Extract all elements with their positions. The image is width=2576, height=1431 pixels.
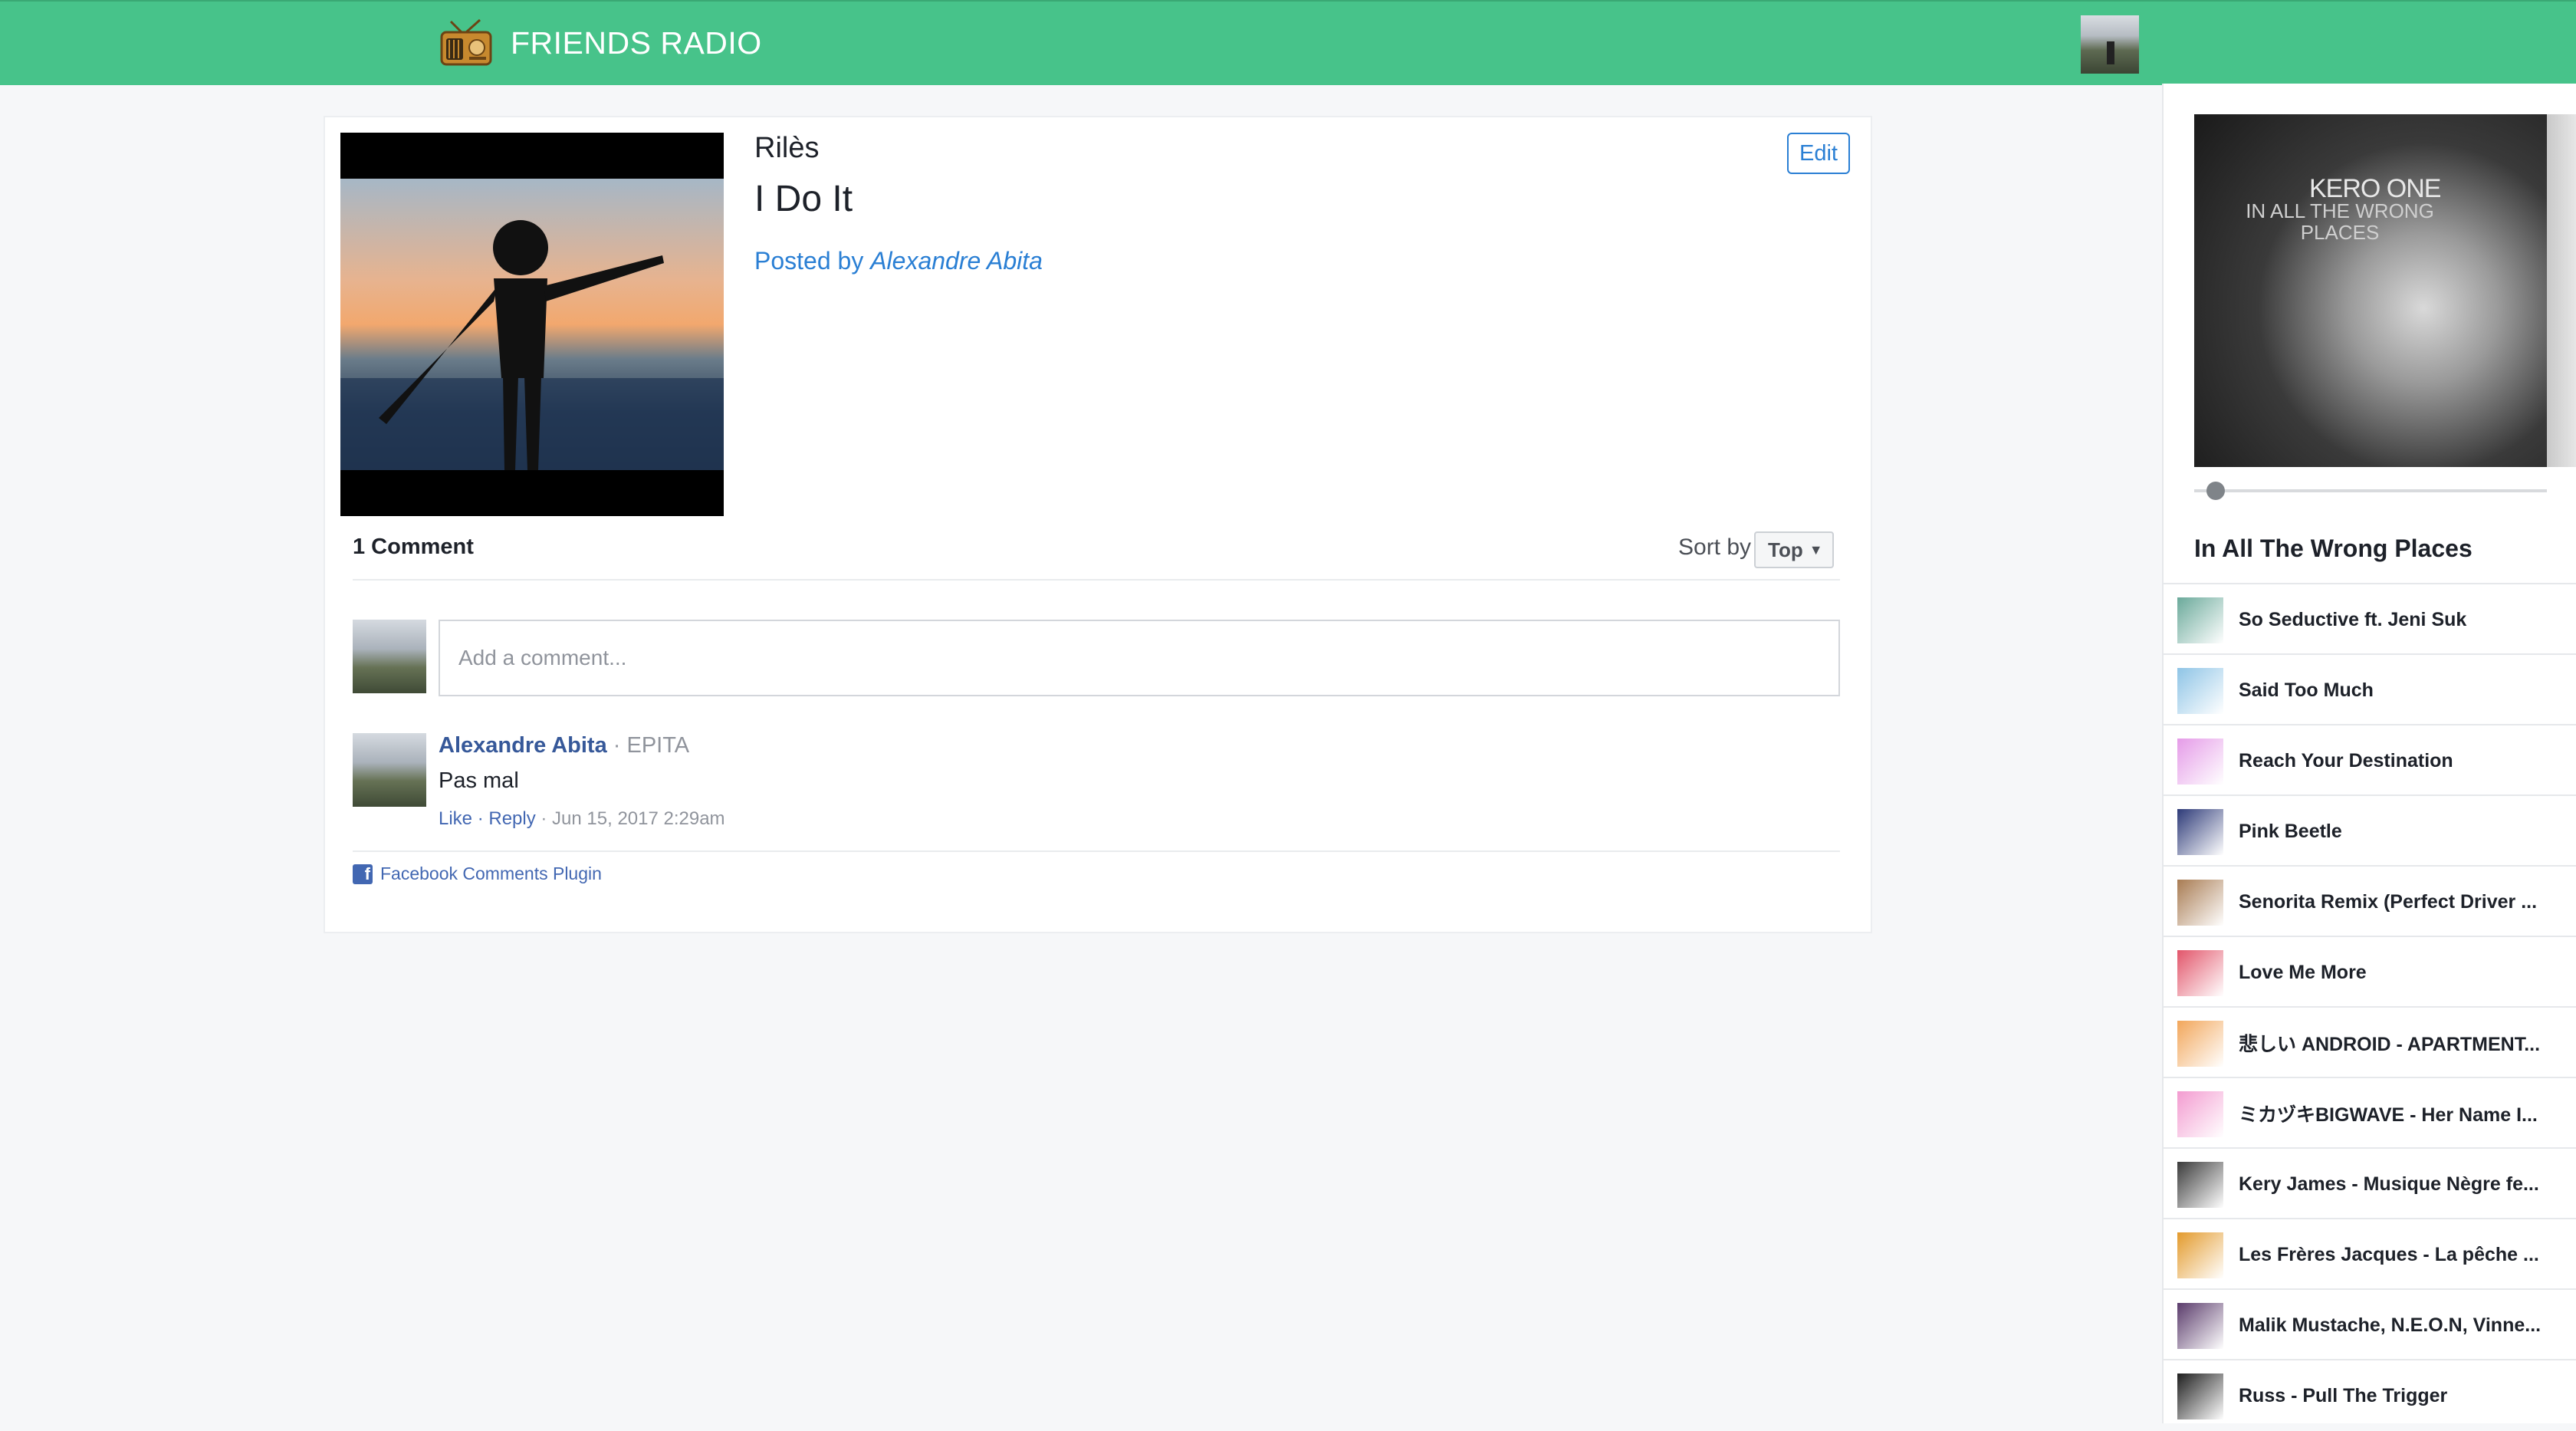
playlist-item-title: Malik Mustache, N.E.O.N, Vinne... bbox=[2239, 1314, 2542, 1336]
song-artist: Rilès bbox=[754, 132, 820, 164]
brand-link[interactable]: FRIENDS RADIO bbox=[439, 18, 762, 67]
playlist-item[interactable]: ミカヅキBIGWAVE - Her Name I... bbox=[2164, 1077, 2576, 1147]
playlist-item-thumbnail bbox=[2177, 1373, 2223, 1419]
playlist-item-thumbnail bbox=[2177, 950, 2223, 996]
playlist-item-title: Senorita Remix (Perfect Driver ... bbox=[2239, 890, 2538, 913]
playlist-item-title: So Seductive ft. Jeni Suk bbox=[2239, 608, 2467, 630]
seek-bar[interactable] bbox=[2194, 489, 2547, 492]
comment-text: Pas mal bbox=[439, 768, 519, 793]
comment-author-line: Alexandre Abita · EPITA bbox=[439, 733, 689, 758]
album-art: KERO ONE IN ALL THE WRONG PLACES bbox=[2194, 114, 2547, 467]
avatar-figure bbox=[2107, 41, 2114, 64]
radio-icon bbox=[440, 18, 492, 66]
posted-by-author-link[interactable]: Alexandre Abita bbox=[870, 247, 1043, 275]
comment-count: 1 Comment bbox=[353, 535, 474, 559]
facebook-plugin-link[interactable]: f Facebook Comments Plugin bbox=[353, 864, 602, 884]
playlist-item[interactable]: Russ - Pull The Trigger bbox=[2164, 1359, 2576, 1429]
playlist-item[interactable]: Les Frères Jacques - La pêche ... bbox=[2164, 1218, 2576, 1288]
playlist-item[interactable]: Love Me More bbox=[2164, 936, 2576, 1006]
comment-input[interactable]: Add a comment... bbox=[439, 620, 1840, 696]
comment-author-org: · EPITA bbox=[606, 733, 690, 758]
user-avatar[interactable] bbox=[2081, 15, 2139, 74]
sort-label: Sort by bbox=[1678, 535, 1752, 560]
playlist-item-thumbnail bbox=[2177, 1162, 2223, 1208]
comment-author-name[interactable]: Alexandre Abita bbox=[439, 733, 607, 758]
dancer-silhouette-icon bbox=[340, 220, 724, 470]
comment-timestamp[interactable]: · Jun 15, 2017 2:29am bbox=[536, 808, 724, 829]
album-subtitle-text: IN ALL THE WRONG PLACES bbox=[2246, 199, 2434, 244]
playlist-item[interactable]: 悲しい ANDROID - APARTMENT... bbox=[2164, 1006, 2576, 1077]
playlist-item[interactable]: Reach Your Destination bbox=[2164, 724, 2576, 794]
edit-button[interactable]: Edit bbox=[1787, 133, 1850, 174]
top-navbar: FRIENDS RADIO bbox=[0, 0, 2576, 85]
comment-author-avatar[interactable] bbox=[353, 733, 426, 807]
playlist-item-thumbnail bbox=[2177, 1021, 2223, 1067]
brand-title: FRIENDS RADIO bbox=[511, 25, 762, 61]
reply-link[interactable]: Reply bbox=[488, 808, 535, 829]
divider bbox=[353, 850, 1840, 852]
now-playing-title: In All The Wrong Places bbox=[2194, 535, 2472, 562]
playlist-item-title: Said Too Much bbox=[2239, 679, 2374, 701]
playlist-item[interactable]: Senorita Remix (Perfect Driver ... bbox=[2164, 865, 2576, 936]
playlist-item[interactable]: Kery James - Musique Nègre fe... bbox=[2164, 1147, 2576, 1218]
playlist-item-thumbnail bbox=[2177, 1303, 2223, 1349]
playlist-item-title: 悲しい ANDROID - APARTMENT... bbox=[2239, 1034, 2541, 1055]
divider bbox=[353, 579, 1840, 581]
playlist-item-title: Kery James - Musique Nègre fe... bbox=[2239, 1173, 2539, 1195]
posted-by: Posted by Alexandre Abita bbox=[754, 247, 1043, 275]
playlist-item-thumbnail bbox=[2177, 597, 2223, 643]
playlist-item-title: Pink Beetle bbox=[2239, 820, 2342, 842]
playlist-item-title: ミカヅキBIGWAVE - Her Name I... bbox=[2239, 1104, 2538, 1126]
playlist-item-thumbnail bbox=[2177, 880, 2223, 926]
playlist-item-thumbnail bbox=[2177, 809, 2223, 855]
chevron-down-icon: ▼ bbox=[1809, 541, 1823, 558]
playlist-item[interactable]: Malik Mustache, N.E.O.N, Vinne... bbox=[2164, 1288, 2576, 1359]
playlist-item-thumbnail bbox=[2177, 1091, 2223, 1137]
comment-actions: Like · Reply · Jun 15, 2017 2:29am bbox=[439, 808, 725, 830]
playlist-item-title: Russ - Pull The Trigger bbox=[2239, 1384, 2448, 1406]
playlist-item[interactable]: Pink Beetle bbox=[2164, 794, 2576, 865]
posted-by-prefix: Posted by bbox=[754, 247, 864, 275]
playlist-item-thumbnail bbox=[2177, 1232, 2223, 1278]
cover-scene bbox=[340, 179, 724, 470]
playlist-item-thumbnail bbox=[2177, 739, 2223, 785]
playlist-item-title: Les Frères Jacques - La pêche ... bbox=[2239, 1243, 2539, 1265]
seek-handle[interactable] bbox=[2206, 482, 2225, 500]
facebook-plugin-label: Facebook Comments Plugin bbox=[380, 864, 602, 883]
sort-value: Top bbox=[1768, 538, 1803, 561]
playlist: So Seductive ft. Jeni Suk Said Too Much Re… bbox=[2164, 583, 2576, 1429]
playlist-item-title: Reach Your Destination bbox=[2239, 749, 2453, 771]
facebook-icon: f bbox=[353, 864, 373, 884]
actions-separator: · bbox=[472, 808, 489, 829]
like-link[interactable]: Like bbox=[439, 808, 472, 829]
commenter-avatar bbox=[353, 620, 426, 693]
song-title: I Do It bbox=[754, 179, 853, 219]
playlist-item-thumbnail bbox=[2177, 668, 2223, 714]
album-art-edge bbox=[2547, 114, 2576, 467]
playlist-item[interactable]: So Seductive ft. Jeni Suk bbox=[2164, 583, 2576, 653]
song-cover-image bbox=[340, 133, 724, 516]
playlist-item-title: Love Me More bbox=[2239, 961, 2367, 983]
sort-select[interactable]: Top ▼ bbox=[1754, 531, 1834, 568]
playlist-item[interactable]: Said Too Much bbox=[2164, 653, 2576, 724]
